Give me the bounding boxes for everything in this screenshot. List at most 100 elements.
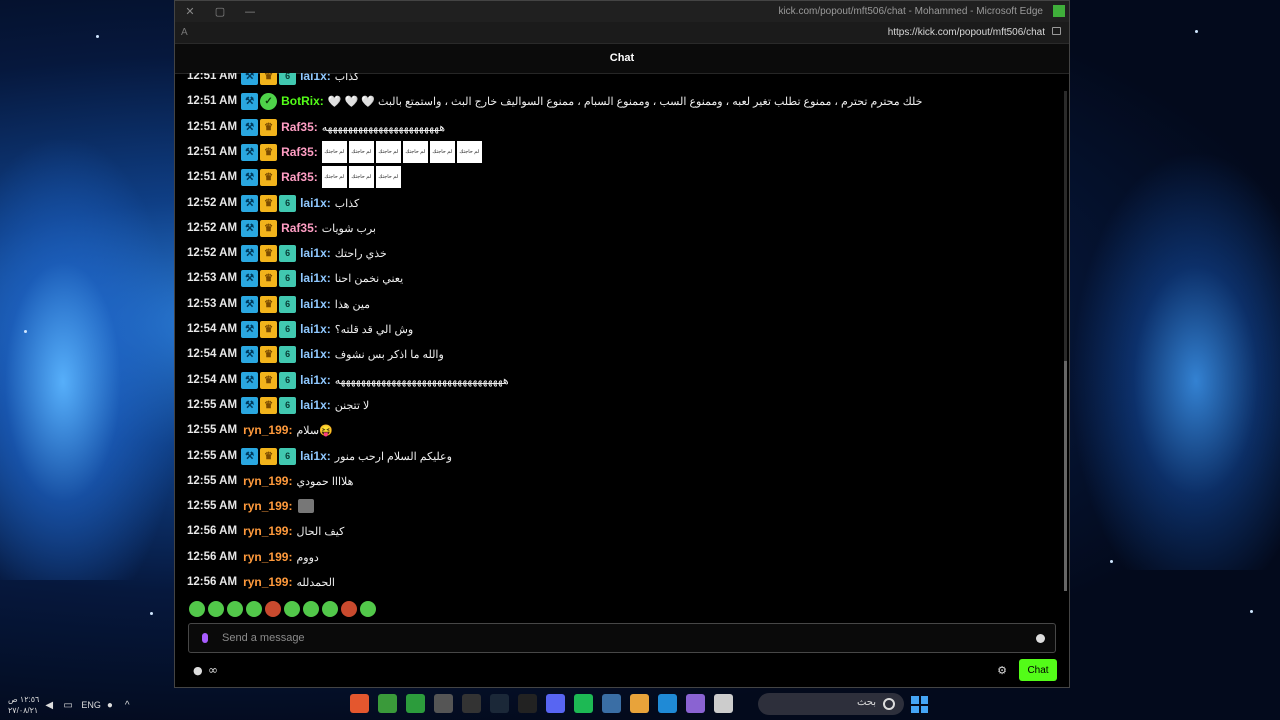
taskbar-search[interactable]: بحث <box>758 693 904 715</box>
points-icon[interactable]: ● <box>193 664 203 677</box>
moderator-badge-icon[interactable]: ⚒ <box>241 168 259 186</box>
verified-bot-badge-icon[interactable]: ✓ <box>260 92 278 110</box>
username[interactable]: Raf35: <box>281 170 318 184</box>
emote-image[interactable] <box>298 499 315 513</box>
message-input-box[interactable]: Send a message <box>188 623 1056 653</box>
emote-icon[interactable] <box>303 601 319 617</box>
subscriber-badge-icon[interactable]: 6 <box>279 244 297 262</box>
sticker-emote[interactable]: لم حاجتك <box>348 166 374 188</box>
crown-badge-icon[interactable]: ♛ <box>260 320 278 338</box>
crown-badge-icon[interactable]: ♛ <box>260 73 278 85</box>
send-chat-button[interactable]: Chat <box>1019 659 1057 681</box>
emote-icon[interactable] <box>341 601 357 617</box>
sticker-emote[interactable]: لم حاجتك <box>375 166 401 188</box>
chrome-icon[interactable] <box>630 694 649 713</box>
moderator-badge-icon[interactable]: ⚒ <box>241 194 259 212</box>
crown-badge-icon[interactable]: ♛ <box>260 269 278 287</box>
microphone-tray-icon[interactable]: ● <box>107 700 119 711</box>
username[interactable]: lai1x: <box>300 322 331 336</box>
moderator-badge-icon[interactable]: ⚒ <box>241 143 259 161</box>
xbox-icon[interactable] <box>406 694 425 713</box>
emoji-picker-icon[interactable] <box>1036 634 1045 643</box>
moderator-badge-icon[interactable]: ⚒ <box>241 244 259 262</box>
subscriber-badge-icon[interactable]: 6 <box>279 73 297 85</box>
scrollbar-thumb[interactable] <box>1064 361 1067 591</box>
emote-icon[interactable] <box>322 601 338 617</box>
sticker-emote[interactable]: لم حاجتك <box>321 141 347 163</box>
crown-badge-icon[interactable]: ♛ <box>260 447 278 465</box>
url-text[interactable]: https://kick.com/popout/mft506/chat <box>888 27 1045 38</box>
crown-badge-icon[interactable]: ♛ <box>260 194 278 212</box>
subscriber-badge-icon[interactable]: 6 <box>279 371 297 389</box>
sticker-emote[interactable]: لم حاجتك <box>321 166 347 188</box>
moderator-badge-icon[interactable]: ⚒ <box>241 269 259 287</box>
username[interactable]: ryn_199: <box>243 575 292 589</box>
obs-icon[interactable] <box>434 694 453 713</box>
moderator-badge-icon[interactable]: ⚒ <box>241 92 259 110</box>
task-view-icon[interactable] <box>714 694 733 713</box>
emote-icon[interactable] <box>284 601 300 617</box>
emote-icon[interactable] <box>265 601 281 617</box>
crown-badge-icon[interactable]: ♛ <box>260 168 278 186</box>
username[interactable]: lai1x: <box>300 347 331 361</box>
language-indicator[interactable]: ENG <box>81 700 101 710</box>
username[interactable]: lai1x: <box>300 398 331 412</box>
moderator-badge-icon[interactable]: ⚒ <box>241 320 259 338</box>
username[interactable]: BotRix: <box>281 94 324 108</box>
username[interactable]: lai1x: <box>300 73 331 83</box>
moderator-badge-icon[interactable]: ⚒ <box>241 118 259 136</box>
discord-icon[interactable] <box>546 694 565 713</box>
clock[interactable]: ١٢:٥٦ ص ٢٧/٠٨/٢١ <box>8 694 39 716</box>
volume-icon[interactable]: ◀ <box>45 700 57 711</box>
subscriber-badge-icon[interactable]: 6 <box>279 345 297 363</box>
moderator-badge-icon[interactable]: ⚒ <box>241 371 259 389</box>
crown-badge-icon[interactable]: ♛ <box>260 219 278 237</box>
crown-badge-icon[interactable]: ♛ <box>260 118 278 136</box>
username[interactable]: ryn_199: <box>243 474 292 488</box>
moderator-badge-icon[interactable]: ⚒ <box>241 345 259 363</box>
subscriber-badge-icon[interactable]: 6 <box>279 396 297 414</box>
lock-icon[interactable] <box>1052 27 1061 35</box>
sticker-emote[interactable]: لم حاجتك <box>429 141 455 163</box>
sticker-emote[interactable]: لم حاجتك <box>402 141 428 163</box>
subscriber-badge-icon[interactable]: 6 <box>279 320 297 338</box>
subscriber-badge-icon[interactable]: 6 <box>279 447 297 465</box>
minimize-window-icon[interactable]: — <box>235 1 265 22</box>
username[interactable]: lai1x: <box>300 271 331 285</box>
store-icon[interactable] <box>602 694 621 713</box>
copilot-icon[interactable] <box>686 694 705 713</box>
emote-icon[interactable] <box>227 601 243 617</box>
username[interactable]: Raf35: <box>281 221 318 235</box>
username[interactable]: lai1x: <box>300 373 331 387</box>
crown-badge-icon[interactable]: ♛ <box>260 295 278 313</box>
username[interactable]: ryn_199: <box>243 550 292 564</box>
message-input[interactable]: Send a message <box>222 632 305 644</box>
username[interactable]: ryn_199: <box>243 524 292 538</box>
crown-badge-icon[interactable]: ♛ <box>260 143 278 161</box>
username[interactable]: lai1x: <box>300 196 331 210</box>
username[interactable]: Raf35: <box>281 120 318 134</box>
crown-badge-icon[interactable]: ♛ <box>260 244 278 262</box>
username[interactable]: lai1x: <box>300 246 331 260</box>
steam-icon[interactable] <box>490 694 509 713</box>
emote-icon[interactable] <box>246 601 262 617</box>
edge-taskbar-icon[interactable] <box>658 694 677 713</box>
brave-icon[interactable] <box>350 694 369 713</box>
moderator-badge-icon[interactable]: ⚒ <box>241 447 259 465</box>
username[interactable]: Raf35: <box>281 145 318 159</box>
app-icon[interactable] <box>462 694 481 713</box>
subscriber-badge-icon[interactable]: 6 <box>279 194 297 212</box>
crown-badge-icon[interactable]: ♛ <box>260 371 278 389</box>
close-window-icon[interactable]: ✕ <box>175 1 205 22</box>
read-aloud-icon[interactable]: A <box>181 27 188 38</box>
start-icon[interactable] <box>911 696 928 713</box>
subscriber-badge-icon[interactable]: 6 <box>279 269 297 287</box>
sticker-emote[interactable]: لم حاجتك <box>375 141 401 163</box>
microphone-icon[interactable] <box>202 633 208 643</box>
sticker-emote[interactable]: لم حاجتك <box>348 141 374 163</box>
username[interactable]: ryn_199: <box>243 423 292 437</box>
spotify-icon[interactable] <box>574 694 593 713</box>
emote-icon[interactable] <box>208 601 224 617</box>
epic-games-icon[interactable] <box>518 694 537 713</box>
maximize-window-icon[interactable]: ▢ <box>205 1 235 22</box>
